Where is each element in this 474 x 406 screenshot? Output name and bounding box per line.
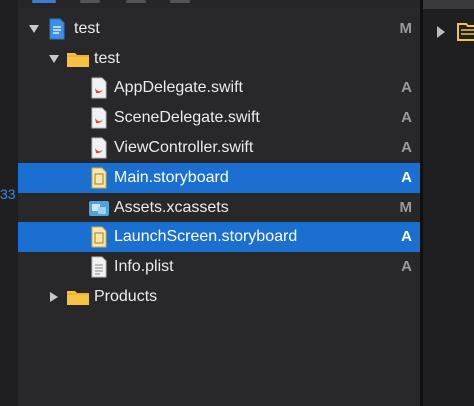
tree-row-file[interactable]: ViewController.swift A [18, 133, 420, 163]
source-control-status: M [399, 199, 413, 216]
tree-row-file-selected[interactable]: LaunchScreen.storyboard A [18, 222, 420, 252]
tree-row-label: test [94, 50, 120, 67]
tree-row-label: Info.plist [114, 258, 174, 275]
storyboard-file-icon [91, 167, 107, 189]
tree-row-file[interactable]: SceneDelegate.swift A [18, 103, 420, 133]
navigator-toolbar-strip [18, 0, 420, 8]
source-control-status: A [401, 139, 412, 156]
tree-row-label: test [74, 20, 100, 37]
right-navigator-panel [423, 0, 474, 406]
right-panel-top-bar [423, 0, 474, 9]
source-control-status: A [401, 169, 412, 186]
folder-icon [67, 53, 89, 67]
tree-row-label: LaunchScreen.storyboard [114, 228, 298, 245]
source-control-status: A [401, 79, 412, 96]
disclosure-closed-icon[interactable] [48, 291, 60, 303]
plist-file-icon [91, 256, 107, 278]
project-navigator[interactable]: test M test AppDelegate.swift A SceneDel… [18, 0, 420, 406]
editor-text-fragment: 33 [0, 186, 16, 202]
tree-row-label: Products [94, 288, 158, 305]
swift-file-icon [91, 77, 107, 99]
tree-row-group[interactable]: Products [18, 282, 420, 312]
left-editor-edge: 33 [0, 0, 18, 406]
swift-file-icon [91, 107, 107, 129]
disclosure-open-icon[interactable] [48, 53, 60, 65]
tree-row-file[interactable]: AppDelegate.swift A [18, 73, 420, 103]
tree-row-label: ViewController.swift [114, 139, 254, 156]
tree-row-file[interactable]: Assets.xcassets M [18, 193, 420, 223]
disclosure-closed-icon[interactable] [437, 26, 445, 38]
tree-row-project[interactable]: test M [18, 14, 420, 44]
tree-row-label: SceneDelegate.swift [114, 109, 260, 126]
project-file-icon [49, 18, 65, 40]
storyboard-file-icon [91, 226, 107, 248]
tree-row-label: Main.storyboard [114, 169, 229, 186]
disclosure-open-icon[interactable] [28, 23, 40, 35]
source-control-status: A [401, 228, 412, 245]
asset-catalog-icon [89, 201, 109, 216]
source-control-status: A [401, 258, 412, 275]
folder-icon [67, 291, 89, 305]
source-control-status: A [401, 109, 412, 126]
folder-icon [457, 23, 474, 41]
tree-row-label: Assets.xcassets [114, 199, 229, 216]
source-control-status: M [399, 20, 413, 37]
tree-row-group[interactable]: test [18, 44, 420, 74]
tree-row-file[interactable]: Info.plist A [18, 252, 420, 282]
tree-row-file-selected[interactable]: Main.storyboard A [18, 163, 420, 193]
tree-row-label: AppDelegate.swift [114, 79, 243, 96]
swift-file-icon [91, 137, 107, 159]
